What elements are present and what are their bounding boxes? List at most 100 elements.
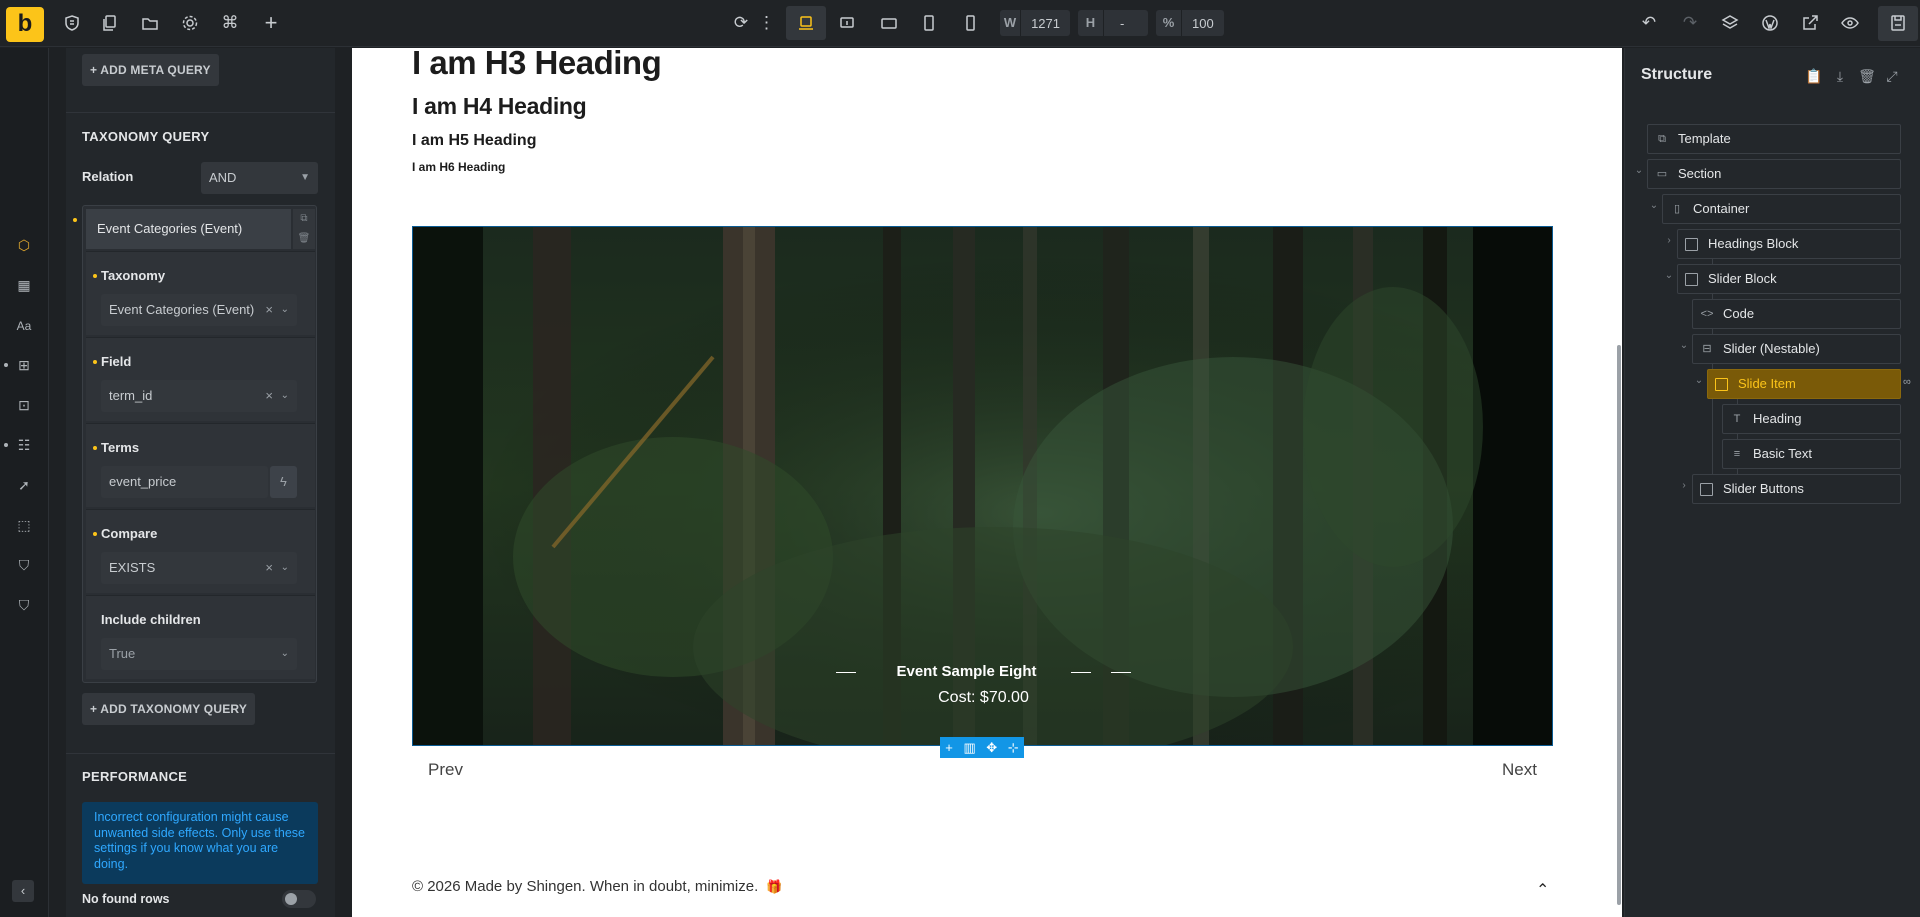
dynamic-data-lightning-icon[interactable]: ϟ [270,466,297,498]
pages-icon[interactable] [97,10,123,36]
add-meta-query-button[interactable]: + ADD META QUERY [82,54,219,86]
columns-icon[interactable]: ▥ [963,740,975,756]
tree-node-basic-text[interactable]: ≡ Basic Text [1722,439,1901,469]
tree-node-template[interactable]: ⧉ Template [1647,124,1901,154]
h4-heading[interactable]: I am H4 Heading [412,93,587,120]
clear-icon[interactable]: × [265,552,273,584]
tree-node-heading[interactable]: T Heading [1722,404,1901,434]
mobile-device-icon[interactable] [957,10,983,36]
add-element-icon[interactable]: + [945,740,953,755]
slider-icon: ⊟ [1702,343,1712,355]
external-link-icon[interactable] [1797,10,1823,36]
chevron-down-icon[interactable]: ⌄ [1693,375,1705,387]
chevron-down-icon[interactable]: ⌄ [1648,200,1660,212]
width-field[interactable]: W 1271 [1000,10,1070,36]
download-icon[interactable]: ⤓ [1831,68,1849,86]
command-icon[interactable]: ⌘ [217,10,243,36]
repeater-item-header[interactable]: Event Categories (Event) [86,209,291,249]
tablet-portrait-icon[interactable] [916,10,942,36]
zoom-field[interactable]: % 100 [1156,10,1224,36]
field-select[interactable]: term_id × ⌄ [101,380,297,412]
chevron-right-icon[interactable]: › [1678,480,1690,492]
terms-label: Terms [101,440,140,455]
save-icon[interactable] [1885,10,1911,36]
trash-icon[interactable]: 🗑 [293,229,315,249]
divider [66,753,335,754]
add-icon[interactable]: + [258,10,284,36]
chevron-down-icon: ▼ [300,172,310,183]
height-value[interactable]: - [1104,16,1134,31]
list-settings-icon[interactable]: ☷ [14,435,34,455]
app-logo[interactable]: b [6,7,44,42]
layout-icon[interactable]: ▦ [14,275,34,295]
slider-next-button[interactable]: Next [1502,760,1537,780]
gear-icon[interactable] [177,10,203,36]
border-icon[interactable]: ⊡ [14,395,34,415]
css-icon[interactable]: ⛉ [14,555,34,575]
query-loop-icon[interactable]: ⬡ [14,235,34,255]
tree-node-container[interactable]: ▯ Container [1662,194,1901,224]
chevron-down-icon[interactable]: ⌄ [1663,270,1675,282]
folder-icon[interactable] [137,10,163,36]
include-children-select[interactable]: True ⌄ [101,638,297,670]
terms-input[interactable]: event_price [101,466,268,498]
h3-heading[interactable]: I am H3 Heading [412,48,662,82]
indicator-dot [4,363,8,367]
preview-eye-icon[interactable] [1837,10,1863,36]
chevron-right-icon[interactable]: › [1663,235,1675,247]
taxonomy-select[interactable]: Event Categories (Event) × ⌄ [101,294,297,326]
refresh-icon[interactable]: ⟳ [728,10,754,36]
width-value[interactable]: 1271 [1021,16,1070,31]
slide-heading[interactable]: Event Sample Eight [413,663,1552,680]
h6-heading[interactable]: I am H6 Heading [412,160,505,174]
tree-node-code[interactable]: <> Code [1692,299,1901,329]
expand-icon[interactable]: ⤢ [1883,68,1901,86]
structure-title: Structure [1641,66,1713,83]
split-icon[interactable]: ⊹ [1008,740,1019,756]
transform-icon[interactable]: ⬚ [14,515,34,535]
tree-node-slider-buttons[interactable]: Slider Buttons [1692,474,1901,504]
field-label: Field [101,354,132,369]
relation-select[interactable]: AND ▼ [201,162,318,194]
clear-icon[interactable]: × [265,380,273,412]
move-icon[interactable]: ✥ [986,740,997,756]
spacing-icon[interactable]: ⊞ [14,355,34,375]
desktop-device-icon[interactable] [793,10,819,36]
shield-icon[interactable] [59,10,85,36]
tree-node-slide-item[interactable]: Slide Item [1707,369,1901,399]
attributes-icon[interactable]: ⛉ [14,595,34,615]
redo-icon[interactable]: ↷ [1677,10,1703,36]
layers-icon[interactable] [1717,10,1743,36]
link-icon[interactable]: ∞ [1903,376,1911,388]
canvas-scrollbar-thumb[interactable] [1617,345,1621,905]
no-found-rows-toggle[interactable] [282,890,316,908]
more-vertical-icon[interactable]: ⋮ [758,10,775,36]
chevron-down-icon[interactable]: ⌄ [1678,340,1690,352]
compare-select[interactable]: EXISTS × ⌄ [101,552,297,584]
tree-node-slider-nestable[interactable]: ⊟ Slider (Nestable) [1692,334,1901,364]
cursor-icon[interactable]: ➚ [14,475,34,495]
undo-icon[interactable]: ↶ [1636,10,1662,36]
chevron-down-icon[interactable]: ⌄ [1633,165,1645,177]
tree-node-headings-block[interactable]: Headings Block [1677,229,1901,259]
slider[interactable]: Event Sample Eight Cost: $70.00 [412,226,1553,746]
footer-copyright: © 2026 Made by Shingen. When in doubt, m… [412,878,759,895]
duplicate-icon[interactable]: ⧉ [293,209,315,229]
clear-icon[interactable]: × [265,294,273,326]
height-field[interactable]: H - [1078,10,1148,36]
h5-heading[interactable]: I am H5 Heading [412,132,536,150]
add-taxonomy-query-button[interactable]: + ADD TAXONOMY QUERY [82,693,256,725]
slider-prev-button[interactable]: Prev [428,760,463,780]
tablet-landscape-icon[interactable] [876,10,902,36]
collapse-panel-button[interactable]: ‹ [12,880,34,902]
slide-basic-text[interactable]: Cost: $70.00 [413,689,1552,707]
clipboard-icon[interactable]: 📋 [1805,68,1823,86]
wordpress-icon[interactable] [1757,10,1783,36]
scroll-top-chevron-icon[interactable]: ⌃ [1536,880,1549,900]
tree-node-section[interactable]: ▭ Section [1647,159,1901,189]
tree-node-slider-block[interactable]: Slider Block [1677,264,1901,294]
typography-icon[interactable]: Aa [14,316,34,336]
zoom-value[interactable]: 100 [1182,16,1224,31]
trash-icon[interactable]: 🗑 [1858,68,1876,86]
laptop-device-icon[interactable] [834,10,860,36]
